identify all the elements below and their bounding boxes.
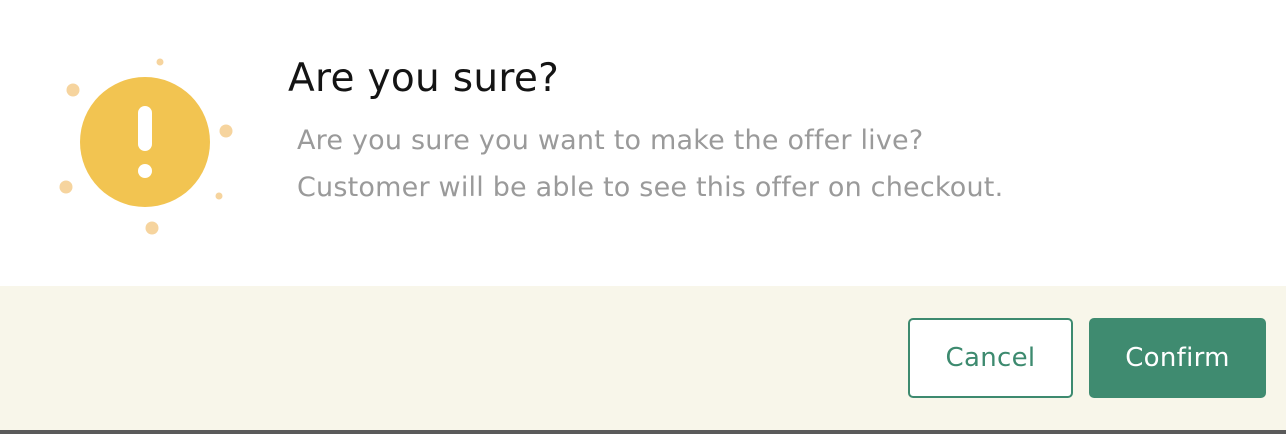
- decorative-dot: [145, 221, 159, 235]
- decorative-dot: [215, 192, 223, 200]
- exclamation-warning-icon: [59, 58, 233, 235]
- decorative-dot: [156, 58, 164, 66]
- decorative-dot: [66, 83, 80, 97]
- dialog-message-line-2: Customer will be able to see this offer …: [297, 172, 1004, 203]
- exclamation-bar: [138, 106, 152, 151]
- confirm-button[interactable]: Confirm: [1089, 318, 1266, 398]
- dialog-footer: Cancel Confirm: [0, 286, 1286, 430]
- cancel-button[interactable]: Cancel: [908, 318, 1073, 398]
- dialog-body: Are you sure? Are you sure you want to m…: [0, 0, 1286, 286]
- decorative-dot: [59, 180, 73, 194]
- confirm-dialog: Are you sure? Are you sure you want to m…: [0, 0, 1286, 430]
- exclamation-dot: [138, 164, 152, 178]
- dialog-title: Are you sure?: [288, 56, 560, 101]
- dialog-message-line-1: Are you sure you want to make the offer …: [297, 125, 924, 156]
- decorative-dot: [219, 124, 233, 138]
